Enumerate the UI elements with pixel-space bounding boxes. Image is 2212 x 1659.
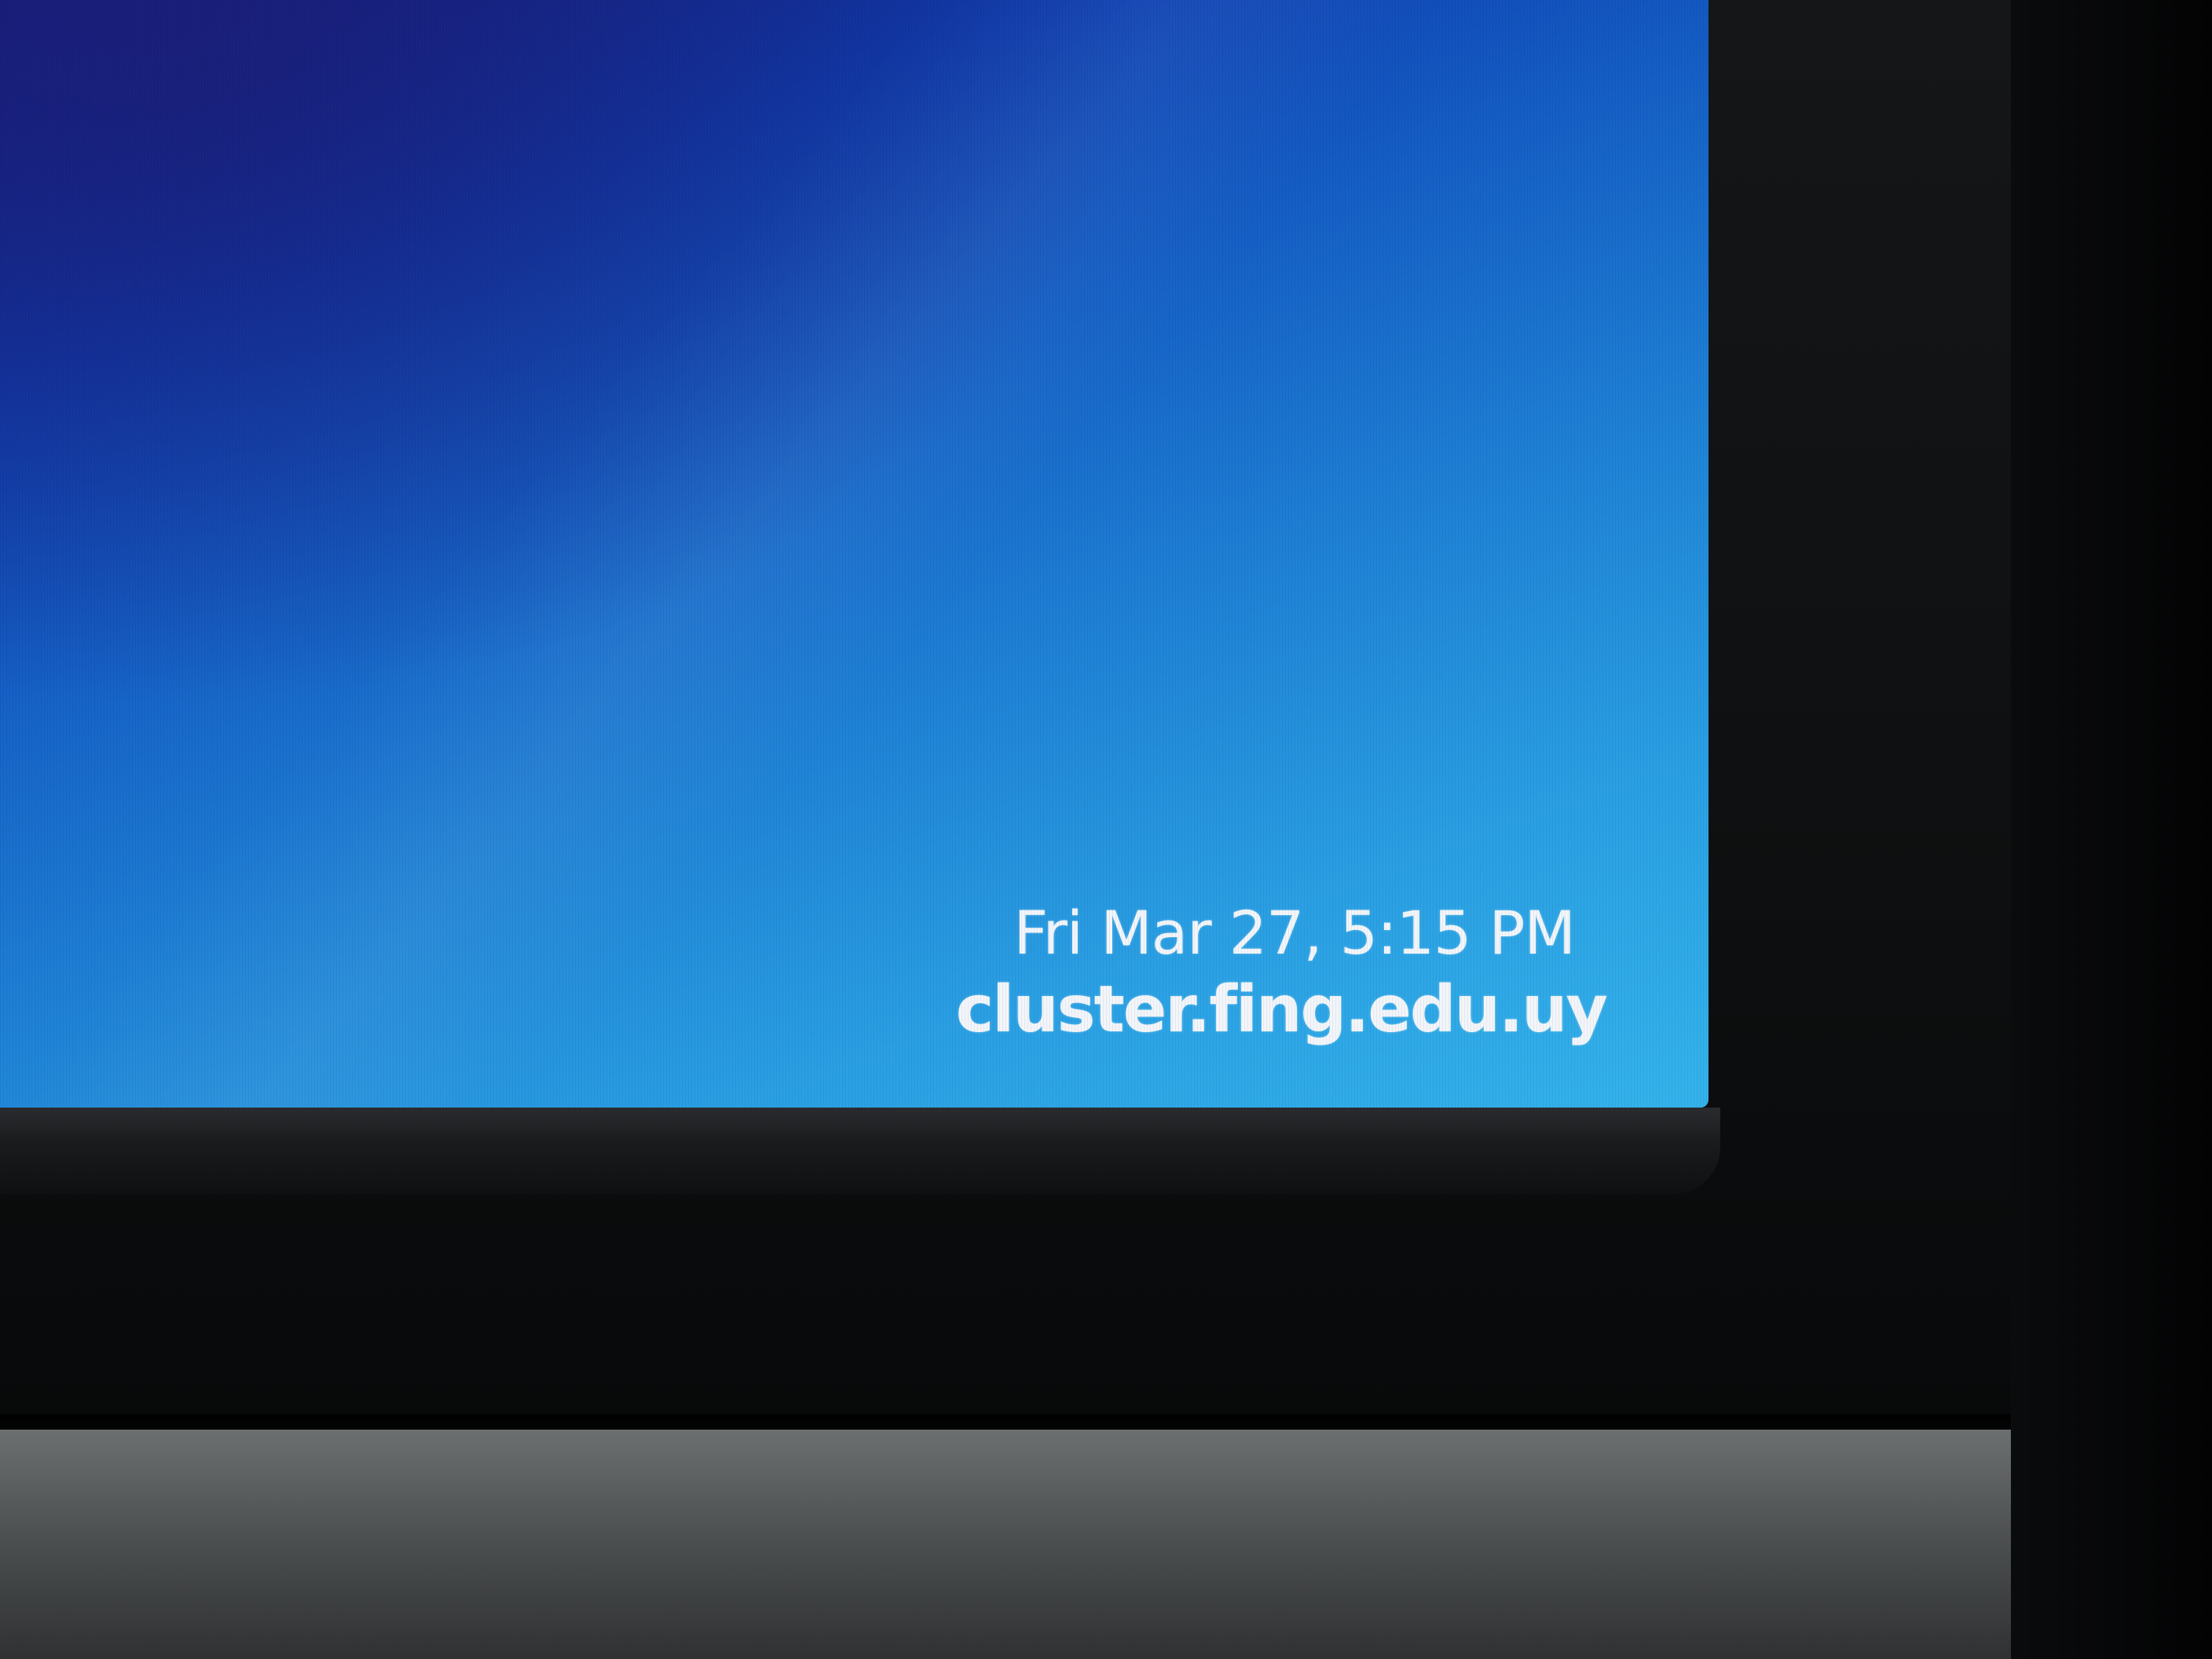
desktop-overlay-text: Fri Mar 27, 5:15 PM cluster.fing.edu.uy [955, 897, 1608, 1053]
bezel-highlight [0, 1108, 1720, 1194]
hostname-label: cluster.fing.edu.uy [955, 972, 1608, 1048]
date-time-label: Fri Mar 27, 5:15 PM [1013, 898, 1576, 969]
desktop-wallpaper[interactable]: Fri Mar 27, 5:15 PM cluster.fing.edu.uy [0, 0, 1708, 1108]
background-dark-room [1995, 0, 2212, 1659]
photo-of-monitor: Fri Mar 27, 5:15 PM cluster.fing.edu.uy [0, 0, 2212, 1659]
desk-surface [0, 1430, 2011, 1659]
